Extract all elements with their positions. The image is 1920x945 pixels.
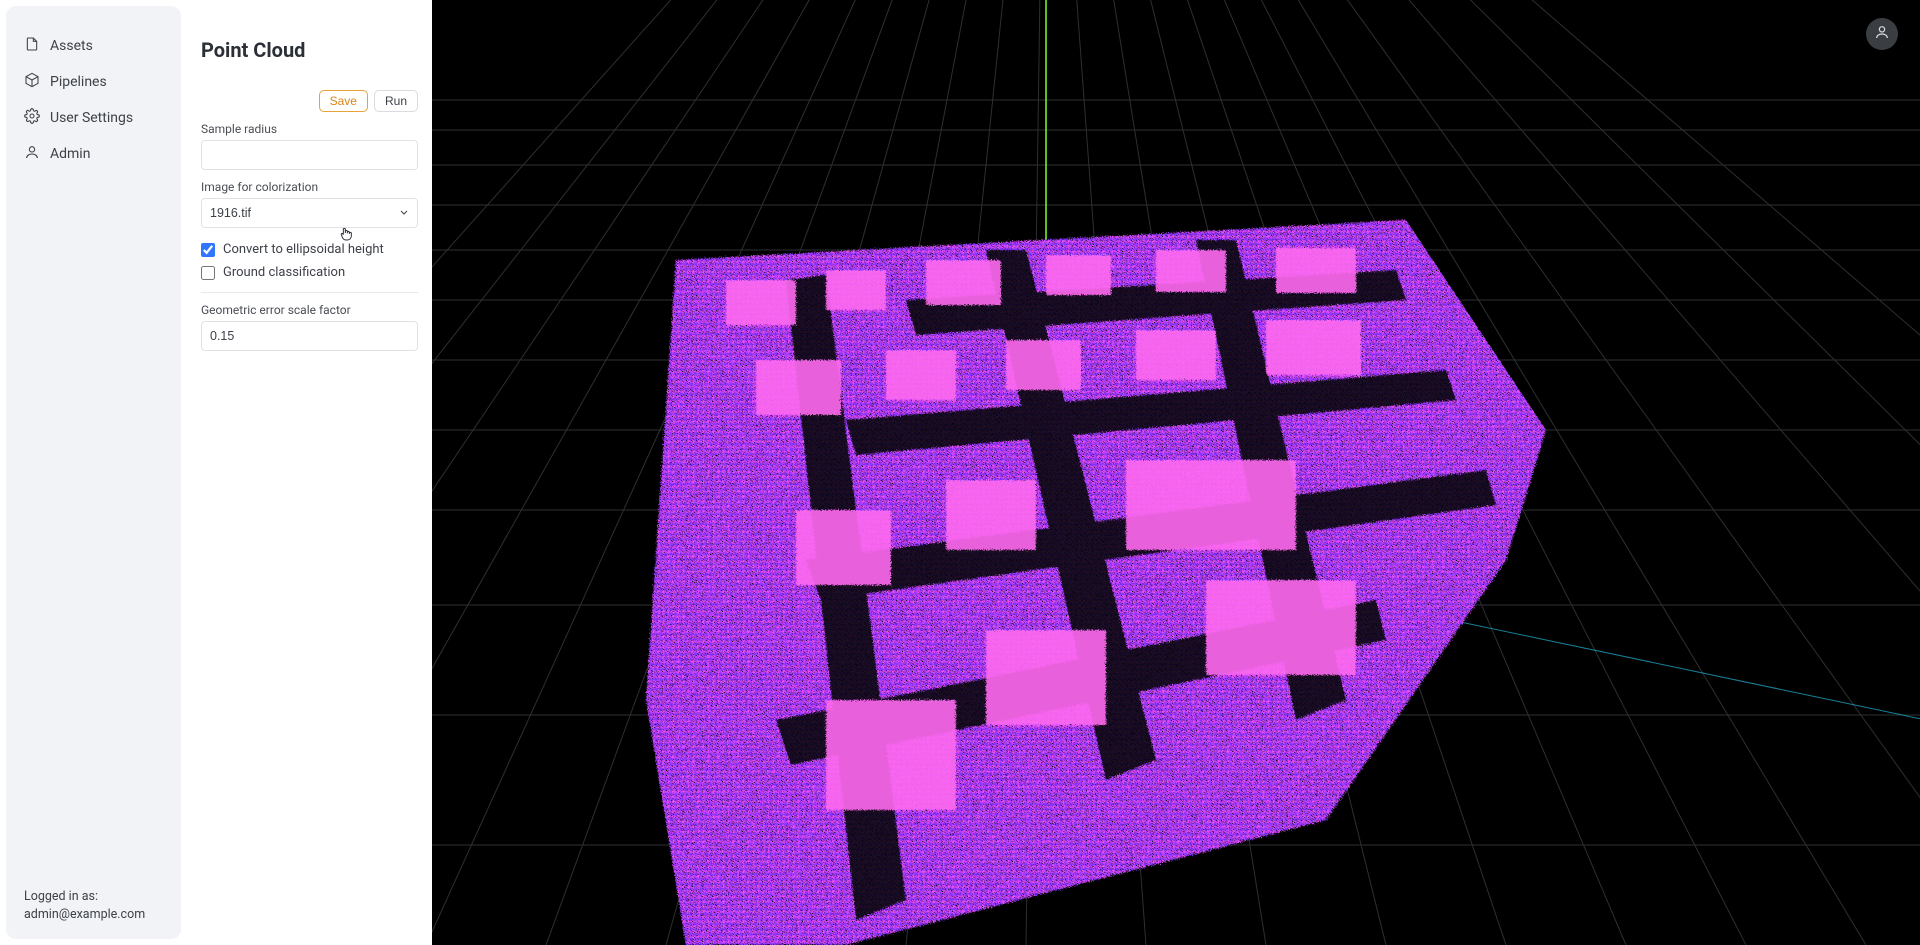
sidebar-item-label: Assets [50, 38, 93, 54]
logged-in-user: admin@example.com [24, 906, 163, 924]
sidebar-item-assets[interactable]: Assets [6, 28, 181, 64]
panel-title: Point Cloud [201, 38, 418, 62]
user-icon [24, 144, 40, 164]
image-label: Image for colorization [201, 180, 418, 194]
user-icon [1874, 24, 1890, 44]
sidebar-item-label: Admin [50, 146, 90, 162]
sidebar-footer: Logged in as: admin@example.com [6, 888, 181, 923]
run-button[interactable]: Run [374, 90, 418, 112]
sidebar-items: Assets Pipelines User Settings Admin [6, 28, 181, 888]
image-select[interactable]: 1916.tif [201, 198, 418, 228]
sample-radius-input[interactable] [201, 140, 418, 170]
gear-icon [24, 108, 40, 128]
ground-checkbox[interactable] [201, 266, 215, 280]
sidebar-item-label: Pipelines [50, 74, 107, 90]
sample-radius-group: Sample radius [201, 122, 418, 170]
geo-error-label: Geometric error scale factor [201, 303, 418, 317]
sidebar-item-user-settings[interactable]: User Settings [6, 100, 181, 136]
user-menu-button[interactable] [1866, 18, 1898, 50]
convert-label: Convert to ellipsoidal height [223, 242, 384, 257]
convert-checkbox[interactable] [201, 243, 215, 257]
sidebar-item-label: User Settings [50, 110, 133, 126]
sidebar-item-admin[interactable]: Admin [6, 136, 181, 172]
sidebar-item-pipelines[interactable]: Pipelines [6, 64, 181, 100]
settings-panel: Point Cloud Save Run Sample radius Image… [187, 0, 432, 945]
cube-icon [24, 72, 40, 92]
sidebar: Assets Pipelines User Settings Admin Log… [6, 6, 181, 939]
point-cloud-scene [432, 0, 1920, 945]
panel-actions: Save Run [201, 90, 418, 112]
image-group: Image for colorization 1916.tif [201, 180, 418, 228]
geo-error-input[interactable] [201, 321, 418, 351]
file-icon [24, 36, 40, 56]
point-cloud [646, 220, 1546, 945]
sample-radius-label: Sample radius [201, 122, 418, 136]
convert-check[interactable]: Convert to ellipsoidal height [201, 238, 418, 261]
ground-check[interactable]: Ground classification [201, 261, 418, 284]
geo-error-group: Geometric error scale factor [201, 303, 418, 351]
divider [201, 292, 418, 293]
ground-label: Ground classification [223, 265, 345, 280]
viewport-3d[interactable] [432, 0, 1920, 945]
save-button[interactable]: Save [319, 90, 368, 112]
logged-in-label: Logged in as: [24, 888, 163, 906]
